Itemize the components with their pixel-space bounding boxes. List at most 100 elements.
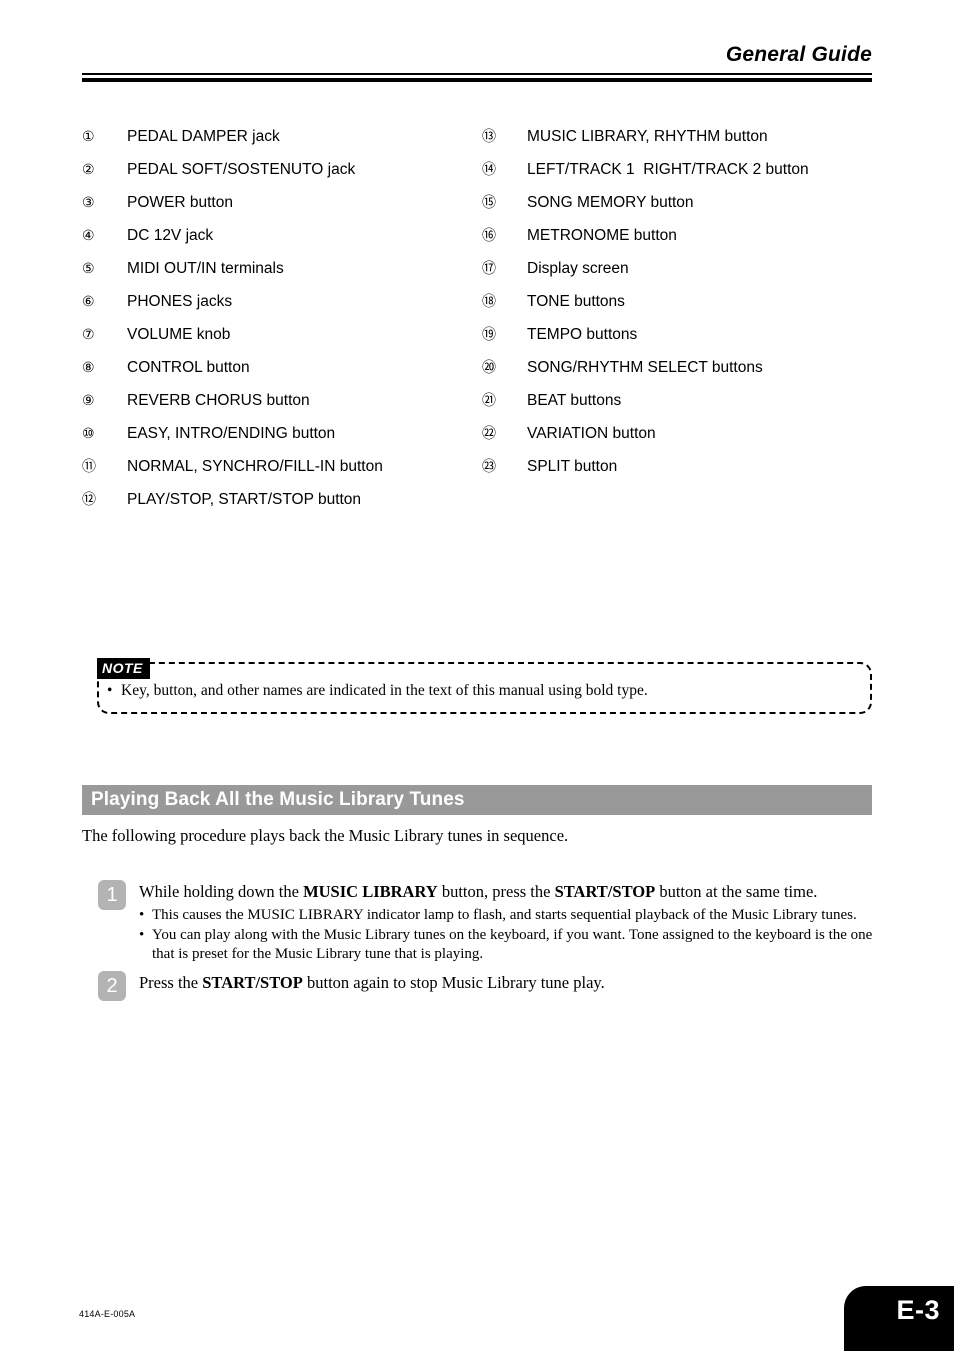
footer-document-code: 414A-E-005A xyxy=(79,1309,136,1319)
part-list-item: ⑤ MIDI OUT/IN terminals xyxy=(82,252,482,285)
part-list-item: ⑨ REVERB CHORUS button xyxy=(82,384,482,417)
part-number-icon: ⑪ xyxy=(82,458,96,474)
part-number-icon: ⑱ xyxy=(482,293,496,309)
part-number-icon: ⑲ xyxy=(482,326,496,342)
part-number-icon: ⑥ xyxy=(82,293,95,309)
part-list-item: ③ POWER button xyxy=(82,186,482,219)
part-list-item: ㉓ SPLIT button xyxy=(482,450,882,483)
note-body: • Key, button, and other names are indic… xyxy=(107,681,867,701)
part-label: VOLUME knob xyxy=(127,326,231,343)
part-list-item: ⑫ PLAY/STOP, START/STOP button xyxy=(82,483,482,516)
part-label: VARIATION button xyxy=(527,425,656,442)
note-text: Key, button, and other names are indicat… xyxy=(121,682,648,699)
part-list-item: ⑧ CONTROL button xyxy=(82,351,482,384)
part-label: EASY, INTRO/ENDING button xyxy=(127,425,336,442)
part-label: TONE buttons xyxy=(527,293,625,310)
part-list-item: ① PEDAL DAMPER jack xyxy=(82,120,482,153)
part-label: BEAT buttons xyxy=(527,392,622,409)
step-title-text: Press the xyxy=(139,973,203,992)
part-label: PLAY/STOP, START/STOP button xyxy=(127,491,362,508)
part-number-icon: ③ xyxy=(82,194,95,210)
sublist-bullet-icon: • xyxy=(139,927,145,943)
page-number-label: E-3 xyxy=(896,1295,940,1325)
part-number-icon: ㉓ xyxy=(482,458,496,474)
section-heading: Playing Back All the Music Library Tunes xyxy=(82,785,872,815)
procedure-step: 2 Press the START/STOP button again to st… xyxy=(98,971,878,1001)
step-content: Press the START/STOP button again to sto… xyxy=(139,971,878,994)
sublist-item-text: This causes the MUSIC LIBRARY indicator … xyxy=(152,907,857,923)
part-list-item: ⑥ PHONES jacks xyxy=(82,285,482,318)
part-number-icon: ⑰ xyxy=(482,260,496,276)
part-number-icon: ㉒ xyxy=(482,425,496,441)
sublist-item-text: You can play along with the Music Librar… xyxy=(152,927,873,962)
part-label: TEMPO buttons xyxy=(527,326,638,343)
part-list-item: ⑭ LEFT/TRACK 1 RIGHT/TRACK 2 button xyxy=(482,153,882,186)
part-label: DC 12V jack xyxy=(127,227,214,244)
procedure-step: 1 While holding down the MUSIC LIBRARY bu… xyxy=(98,880,878,964)
part-label: POWER button xyxy=(127,194,233,211)
part-list-item: ④ DC 12V jack xyxy=(82,219,482,252)
part-label: SONG/RHYTHM SELECT buttons xyxy=(527,359,763,376)
part-list-item: ⑳ SONG/RHYTHM SELECT buttons xyxy=(482,351,882,384)
part-number-icon: ㉑ xyxy=(482,392,496,408)
step-title-text: While holding down the xyxy=(139,882,304,901)
page-header: General Guide xyxy=(82,42,872,82)
step-title-text: button again to stop Music Library tune … xyxy=(302,973,605,992)
parts-list-left-column: ① PEDAL DAMPER jack ② PEDAL SOFT/SOSTENUTO … xyxy=(82,120,482,516)
parts-list-right-column: ⑬ MUSIC LIBRARY, RHYTHM button ⑭ LEFT/TRACK… xyxy=(482,120,882,516)
page-number-tab: E-3 xyxy=(844,1286,954,1351)
part-number-icon: ⑧ xyxy=(82,359,95,375)
step-title-bold-term: START/STOP xyxy=(554,882,656,901)
part-list-item: ㉑ BEAT buttons xyxy=(482,384,882,417)
part-label: LEFT/TRACK 1 RIGHT/TRACK 2 button xyxy=(527,161,809,178)
part-label: PEDAL SOFT/SOSTENUTO jack xyxy=(127,161,356,178)
part-list-item: ⑩ EASY, INTRO/ENDING button xyxy=(82,417,482,450)
part-list-item: ⑱ TONE buttons xyxy=(482,285,882,318)
step-title-bold-term: START/STOP xyxy=(202,973,303,992)
step-title-bold-term: MUSIC LIBRARY xyxy=(303,882,438,901)
part-label: Display screen xyxy=(527,260,629,277)
part-number-icon: ⑤ xyxy=(82,260,95,276)
procedure-steps: 1 While holding down the MUSIC LIBRARY bu… xyxy=(98,880,878,1008)
part-label: NORMAL, SYNCHRO/FILL-IN button xyxy=(127,458,383,475)
step-number-badge: 1 xyxy=(98,880,126,910)
part-number-icon: ④ xyxy=(82,227,95,243)
step-sublist-item: • You can play along with the Music Libra… xyxy=(139,926,878,964)
note-bullet-icon: • xyxy=(107,682,113,699)
part-number-icon: ⑬ xyxy=(482,128,496,144)
part-label: CONTROL button xyxy=(127,359,250,376)
part-number-icon: ⑦ xyxy=(82,326,95,342)
part-list-item: ⑰ Display screen xyxy=(482,252,882,285)
part-list-item: ⑯ METRONOME button xyxy=(482,219,882,252)
part-list-item: ② PEDAL SOFT/SOSTENUTO jack xyxy=(82,153,482,186)
sublist-bullet-icon: • xyxy=(139,907,145,923)
part-number-icon: ⑭ xyxy=(482,161,496,177)
part-list-item: ⑪ NORMAL, SYNCHRO/FILL-IN button xyxy=(82,450,482,483)
parts-list: ① PEDAL DAMPER jack ② PEDAL SOFT/SOSTENUTO … xyxy=(82,120,882,516)
part-list-item: ㉒ VARIATION button xyxy=(482,417,882,450)
part-number-icon: ⑫ xyxy=(82,491,96,507)
part-label: SONG MEMORY button xyxy=(527,194,694,211)
part-label: SPLIT button xyxy=(527,458,618,475)
header-rule-thick xyxy=(82,78,872,82)
step-title: Press the START/STOP button again to sto… xyxy=(139,972,878,994)
part-number-icon: ⑮ xyxy=(482,194,496,210)
part-list-item: ⑮ SONG MEMORY button xyxy=(482,186,882,219)
part-number-icon: ⑩ xyxy=(82,425,95,441)
step-title-text: button, press the xyxy=(437,882,555,901)
step-title-text: button at the same time. xyxy=(655,882,818,901)
note-label-tab: NOTE xyxy=(97,658,150,679)
part-number-icon: ⑯ xyxy=(482,227,496,243)
part-label: MUSIC LIBRARY, RHYTHM button xyxy=(527,128,768,145)
step-content: While holding down the MUSIC LIBRARY but… xyxy=(139,880,878,964)
step-sublist-item: • This causes the MUSIC LIBRARY indicator… xyxy=(139,906,878,925)
section-intro-text: The following procedure plays back the M… xyxy=(82,826,569,845)
part-label: MIDI OUT/IN terminals xyxy=(127,260,284,277)
part-label: METRONOME button xyxy=(527,227,677,244)
part-label: PHONES jacks xyxy=(127,293,233,310)
part-number-icon: ① xyxy=(82,128,95,144)
step-title: While holding down the MUSIC LIBRARY but… xyxy=(139,881,878,903)
part-list-item: ⑲ TEMPO buttons xyxy=(482,318,882,351)
page-title: General Guide xyxy=(725,43,872,66)
part-number-icon: ② xyxy=(82,161,95,177)
